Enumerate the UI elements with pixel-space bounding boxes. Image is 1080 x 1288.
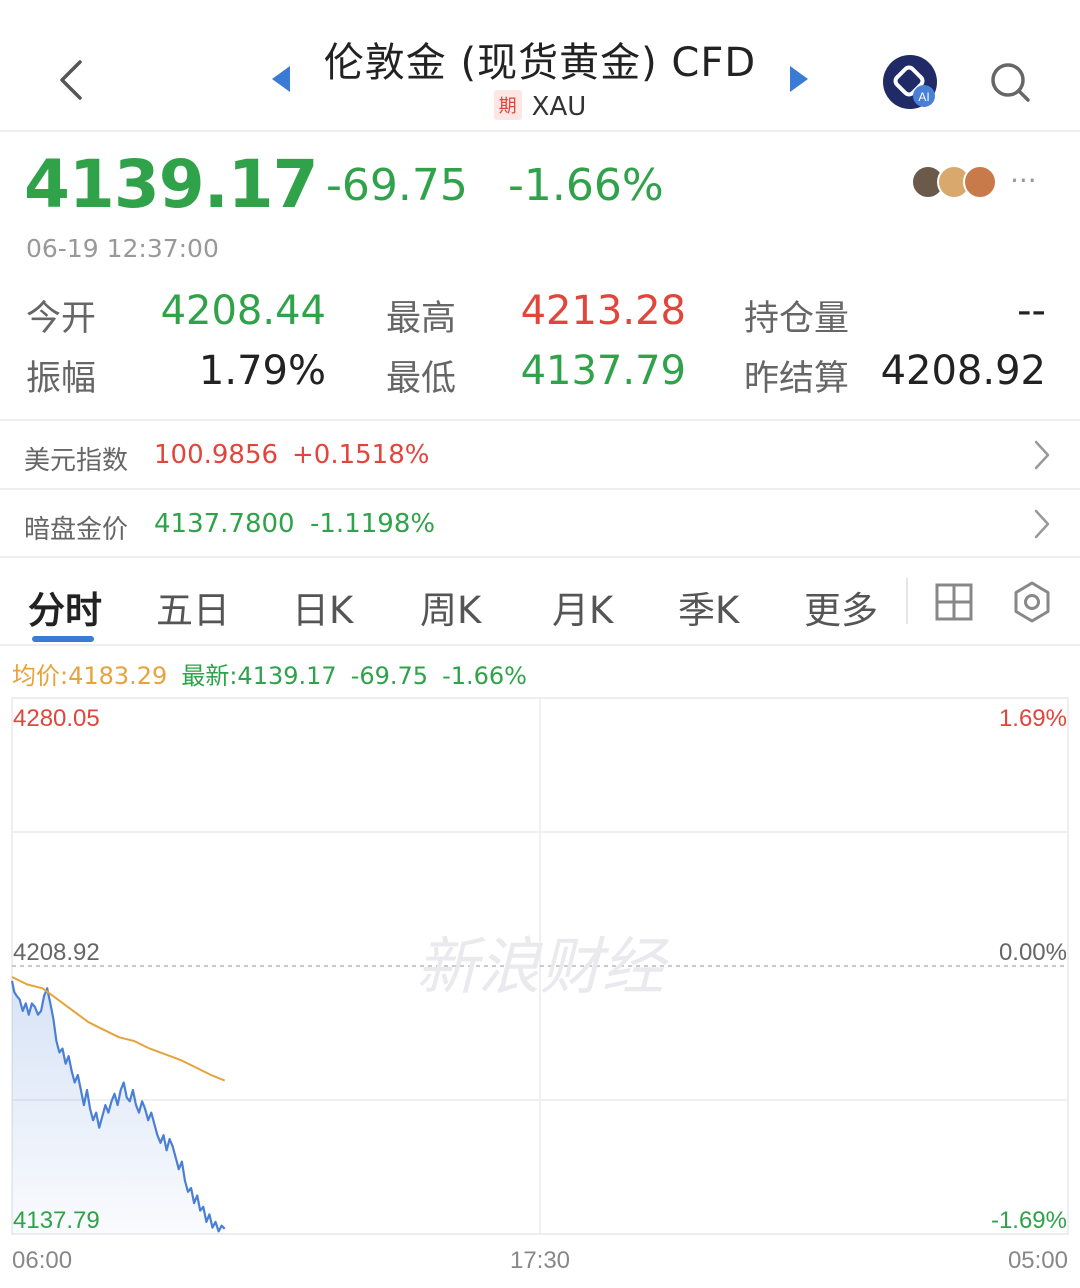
low-label: 最低 — [386, 359, 457, 399]
legend-change: -69.75 — [350, 662, 429, 690]
tab-quarterly-k[interactable]: 季K — [678, 580, 739, 634]
y-axis-percent-label: 0.00% — [999, 939, 1067, 966]
last-price: 4139.17 — [24, 146, 319, 223]
chart-period-tabs: 分时 五日 日K 周K 月K 季K 更多 — [0, 558, 1080, 646]
y-axis-percent-label: 1.69% — [999, 705, 1067, 732]
y-axis-price-label: 4208.92 — [13, 939, 100, 966]
after-hours-gold-value: 4137.7800 — [154, 509, 295, 539]
open-interest-value: -- — [1017, 288, 1046, 334]
chevron-right-icon — [1034, 509, 1050, 539]
chevron-right-icon — [1034, 440, 1050, 470]
ai-assistant-icon[interactable]: AI — [880, 52, 940, 112]
futures-badge: 期 — [493, 90, 522, 120]
usd-index-label: 美元指数 — [24, 446, 129, 476]
tab-five-day[interactable]: 五日 — [156, 580, 230, 634]
back-arrow-icon[interactable] — [52, 56, 92, 104]
open-interest-label: 持仓量 — [744, 299, 850, 339]
average-price-legend: 均价:4183.29 — [12, 662, 168, 690]
high-value: 4213.28 — [520, 288, 686, 334]
tab-monthly-k[interactable]: 月K — [552, 580, 613, 634]
top-bar: 伦敦金 (现货黄金) CFD 期 XAU AI — [0, 0, 1080, 132]
active-tab-indicator — [32, 636, 94, 642]
page-title: 伦敦金 (现货黄金) CFD — [323, 40, 757, 86]
previous-instrument-icon[interactable] — [268, 64, 294, 94]
next-instrument-icon[interactable] — [786, 64, 812, 94]
more-options-icon[interactable]: ··· — [1010, 164, 1037, 197]
price-change-percent: -1.66% — [508, 160, 664, 211]
quote-time: 06-19 12:37:00 — [26, 234, 219, 263]
high-label: 最高 — [386, 299, 457, 339]
legend-change-percent: -1.66% — [442, 662, 527, 690]
user-avatars[interactable] — [910, 162, 1000, 202]
code-text: XAU — [531, 92, 587, 122]
search-icon[interactable] — [986, 58, 1034, 106]
low-value: 4137.79 — [520, 348, 686, 394]
y-axis-percent-label: -1.69% — [991, 1207, 1067, 1234]
tab-daily-k[interactable]: 日K — [292, 580, 353, 634]
svg-text:AI: AI — [918, 90, 929, 104]
after-hours-gold-row[interactable]: 暗盘金价 4137.7800 -1.1198% — [0, 491, 1080, 557]
usd-index-row[interactable]: 美元指数 100.9856 +0.1518% — [0, 422, 1080, 488]
prev-settle-label: 昨结算 — [744, 359, 850, 399]
usd-index-value: 100.9856 — [154, 440, 279, 470]
tab-weekly-k[interactable]: 周K — [420, 580, 481, 634]
tab-separator — [906, 578, 908, 624]
x-axis-time-label: 05:00 — [1008, 1247, 1068, 1274]
divider — [0, 419, 1080, 421]
amplitude-value: 1.79% — [198, 348, 326, 394]
usd-index-change: +0.1518% — [292, 440, 430, 470]
chart-legend: 均价:4183.29 最新:4139.17 -69.75 -1.66% — [12, 656, 541, 691]
intraday-chart[interactable]: 新浪财经 4280.05 4208.92 4137.79 1.69% 0.00% -1.6… — [0, 696, 1080, 1288]
watermark: 新浪财经 — [416, 930, 670, 1003]
layout-grid-icon[interactable] — [934, 582, 974, 622]
price-change: -69.75 — [326, 160, 468, 211]
amplitude-label: 振幅 — [26, 359, 97, 399]
divider — [0, 488, 1080, 490]
settings-icon[interactable] — [1010, 580, 1054, 624]
after-hours-gold-change: -1.1198% — [310, 509, 436, 539]
prev-settle-value: 4208.92 — [880, 348, 1046, 394]
y-axis-price-label: 4280.05 — [13, 705, 100, 732]
open-value: 4208.44 — [160, 288, 326, 334]
after-hours-gold-label: 暗盘金价 — [24, 515, 129, 545]
x-axis-time-label: 06:00 — [12, 1247, 72, 1274]
x-axis-time-label: 17:30 — [510, 1247, 570, 1274]
open-label: 今开 — [26, 299, 97, 339]
latest-price-legend: 最新:4139.17 — [181, 662, 337, 690]
tab-more[interactable]: 更多 — [804, 580, 878, 634]
y-axis-price-label: 4137.79 — [13, 1207, 100, 1234]
instrument-code: 期 XAU — [300, 90, 780, 122]
tab-intraday[interactable]: 分时 — [28, 580, 102, 634]
